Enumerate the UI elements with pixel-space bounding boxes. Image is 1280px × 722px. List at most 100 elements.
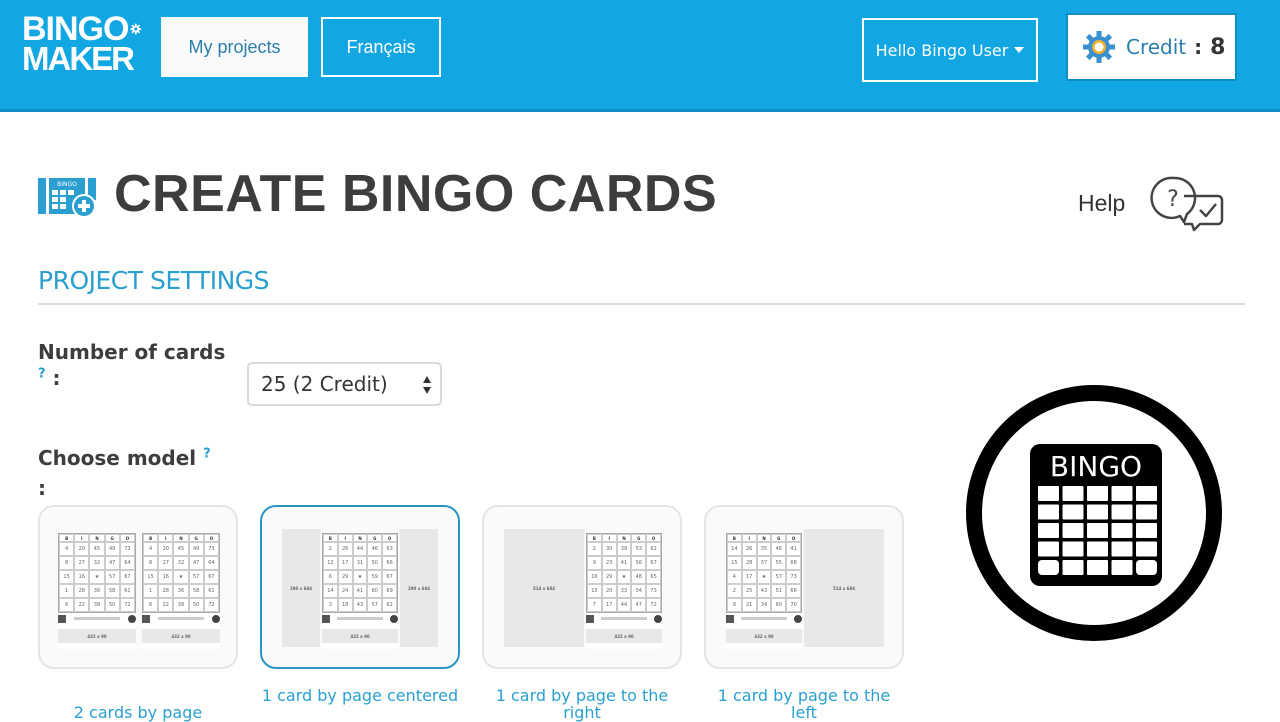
mini-card-header-cell: I: [74, 534, 90, 542]
mini-card-cell: 49: [104, 542, 120, 556]
mini-card-header-cell: B: [587, 534, 602, 542]
mini-card-cell: 69: [382, 584, 397, 598]
gear-icon: [130, 23, 142, 35]
emblem-grid-cell: [1087, 560, 1108, 575]
emblem-text: BINGO: [1050, 450, 1142, 483]
mini-card-cell: 36: [173, 584, 189, 598]
mini-card-cell: 2: [727, 584, 742, 598]
mini-card-grid: B I N G O 4 20 45 49 73 8 27 32 47 64 15 16 ★ 57 67 1 28 36 58 6…: [142, 533, 220, 613]
section-divider: [38, 303, 1245, 305]
svg-text:?: ?: [1167, 187, 1179, 212]
mini-card-header-cell: I: [601, 534, 617, 542]
mini-card-cell: 44: [352, 542, 368, 556]
mini-card-cell: 24: [337, 584, 353, 598]
mini-card-header-cell: N: [352, 534, 368, 542]
top-navbar: BINGO MAKER My projects Français Hello B…: [0, 0, 1280, 112]
mini-card-cell: 54: [631, 584, 647, 598]
mini-card-cell: 67: [382, 570, 397, 584]
number-of-cards-select[interactable]: 25 (2 Credit): [247, 362, 442, 406]
mini-bingo-card: B I N G O 4 20 45 49 73 8 27 32 47 64 15 16 ★ 57 67 1 28 36 58 6…: [142, 533, 220, 649]
help-chat-icon[interactable]: ?: [1144, 174, 1226, 234]
mini-card-cell: 4: [727, 570, 742, 584]
mini-card-cell: 55: [771, 556, 787, 570]
mini-card-cell: 38: [173, 598, 189, 612]
mini-logo-icon: [390, 615, 398, 623]
mini-card-cell: ★: [89, 570, 105, 584]
mini-card-banner: 432 x 90: [322, 629, 398, 643]
mini-card-cell: 1: [143, 584, 159, 598]
emblem-grid-cell: [1038, 560, 1059, 575]
credit-badge[interactable]: Credit : 8: [1066, 13, 1237, 81]
model-label[interactable]: 2 cards by page: [38, 704, 238, 721]
mini-card-cell: 72: [646, 598, 661, 612]
select-arrows-icon: [423, 376, 431, 394]
mini-card-footer: [726, 613, 802, 625]
emblem-grid-cell: [1111, 504, 1133, 520]
mini-card-grid: B I N G O 2 30 39 53 62 9 23 41 56 67 16 29 ★ 48 65 13 20 33 54…: [586, 533, 662, 613]
mini-card-footer: [142, 613, 220, 625]
model-option-right[interactable]: 514 x 684 B I N G O 2 30 39 53 62 9 23 41 56 67 16 29 ★ 48…: [482, 505, 682, 669]
my-projects-button[interactable]: My projects: [161, 17, 308, 77]
mini-card-cell: 58: [104, 584, 120, 598]
mini-card-cell: 2: [587, 542, 602, 556]
help-tooltip-icon[interactable]: ?: [203, 446, 211, 461]
mini-card-header-cell: N: [173, 534, 189, 542]
caret-down-icon: [1014, 47, 1025, 53]
mini-card-header-cell: O: [786, 534, 801, 542]
language-button[interactable]: Français: [321, 17, 441, 77]
mini-card-cell: 12: [323, 556, 338, 570]
number-of-cards-label: Number of cards: [38, 340, 225, 364]
mini-logo-icon: [794, 615, 802, 623]
mini-card-header-cell: I: [337, 534, 353, 542]
emblem-grid-cell: [1062, 523, 1084, 538]
user-greeting: Hello Bingo User: [875, 40, 1009, 60]
mini-card-cell: 14: [323, 584, 338, 598]
mini-card-cell: 64: [119, 556, 135, 570]
mini-card-cell: 15: [727, 556, 742, 570]
mini-card-cell: 38: [89, 598, 105, 612]
mini-card-cell: 27: [158, 556, 174, 570]
mini-card-cell: 51: [771, 584, 787, 598]
mini-card-cell: 6: [143, 598, 159, 612]
mini-card-banner: 432 x 90: [726, 629, 802, 643]
user-menu-dropdown[interactable]: Hello Bingo User: [862, 18, 1038, 82]
mini-card-cell: 3: [323, 598, 338, 612]
model-option-centered[interactable]: 290 x 684 B I N G O 2 26 44 46 63 12 17 31 50 66 6 29 ★ 59…: [260, 505, 460, 669]
model-label[interactable]: 1 card by page to the right: [482, 687, 682, 721]
mini-card-cell: 61: [119, 584, 135, 598]
help-link[interactable]: Help: [1078, 190, 1125, 217]
choose-model-text: Choose model: [38, 446, 197, 470]
page-title: CREATE BINGO CARDS: [114, 165, 718, 223]
bingo-maker-logo[interactable]: BINGO MAKER: [22, 12, 142, 78]
mini-card-cell: 61: [203, 584, 219, 598]
mini-card-cell: 18: [337, 598, 353, 612]
mini-card-cell: 72: [203, 598, 219, 612]
label-colon: :: [52, 366, 61, 390]
mini-card-cell: 39: [616, 542, 632, 556]
mini-card-cell: 17: [601, 598, 617, 612]
mini-card-header-cell: B: [143, 534, 159, 542]
mini-card-cell: 73: [203, 542, 219, 556]
mini-card-cell: 46: [771, 542, 787, 556]
model-option-left[interactable]: B I N G O 14 26 35 46 41 15 28 37 55 68 4 17 ★ 57 73 2 25 43 51…: [704, 505, 904, 669]
my-projects-label: My projects: [188, 36, 281, 57]
mini-card-header-cell: O: [119, 534, 135, 542]
mini-logo-icon: [128, 615, 136, 623]
mini-card-cell: 4: [59, 542, 75, 556]
emblem-grid-cell: [1062, 486, 1084, 501]
model-label[interactable]: 1 card by page to the left: [704, 687, 904, 721]
emblem-grid-cell: [1136, 523, 1157, 538]
credit-gear-icon: [1083, 31, 1115, 63]
mini-card-header-cell: I: [158, 534, 174, 542]
mini-card-cell: 26: [741, 542, 757, 556]
mini-card-header-cell: G: [188, 534, 204, 542]
mini-card-cell: 56: [631, 556, 647, 570]
language-label: Français: [346, 36, 416, 57]
model-label[interactable]: 1 card by page centered: [260, 687, 460, 704]
side-placeholder: 290 x 684: [282, 529, 320, 647]
mini-card-cell: 48: [631, 570, 647, 584]
help-tooltip-icon[interactable]: ?: [38, 366, 46, 381]
mini-card-footer: [322, 613, 398, 625]
model-option-2-cards[interactable]: B I N G O 4 20 45 49 73 8 27 32 47 64 15 16 ★ 57 67 1 28 36 58 6…: [38, 505, 238, 669]
mini-card-cell: 47: [104, 556, 120, 570]
